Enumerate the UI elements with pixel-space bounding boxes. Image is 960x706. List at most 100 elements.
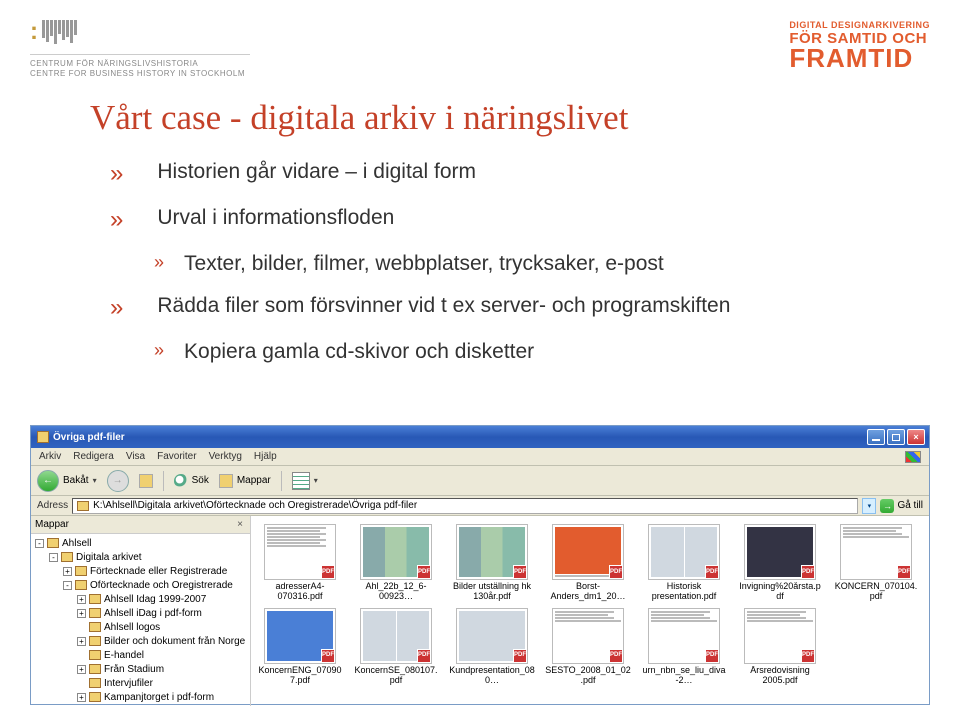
pdf-badge-icon: PDF (705, 649, 719, 663)
menu-item[interactable]: Favoriter (157, 451, 196, 462)
file-item[interactable]: PDFKONCERN_070104.pdf (833, 524, 919, 602)
views-button[interactable]: ▾ (292, 472, 318, 490)
file-item[interactable]: PDF Bilder utställning hk 130år.pdf (449, 524, 535, 602)
tree-label: Från Stadium (104, 664, 164, 675)
file-name: KoncernENG_070907.pdf (257, 666, 343, 686)
back-label: Bakåt (63, 475, 89, 486)
file-name: SESTO_2008_01_02.pdf (545, 666, 631, 686)
bullet-item: »Texter, bilder, filmer, webbplatser, tr… (110, 252, 960, 276)
tree-node[interactable]: + Från Stadium (35, 662, 246, 676)
menu-item[interactable]: Hjälp (254, 451, 277, 462)
file-thumbnail: PDF (360, 524, 432, 580)
go-button[interactable]: → Gå till (880, 499, 923, 513)
expand-icon[interactable]: + (77, 595, 86, 604)
tree-node[interactable]: +Ahlsell iDag i pdf-form (35, 606, 246, 620)
file-name: Kundpresentation_080… (449, 666, 535, 686)
folder-tree-panel: Mappar × -Ahlsell-Digitala arkivet+Förte… (31, 516, 251, 706)
maximize-button[interactable] (887, 429, 905, 445)
menu-bar: Arkiv Redigera Visa Favoriter Verktyg Hjälp (31, 448, 929, 466)
tree-node[interactable]: +Ahlsell Idag 1999-2007 (35, 592, 246, 606)
bullet-text: Kopiera gamla cd-skivor och disketter (184, 340, 534, 364)
file-name: Bilder utställning hk 130år.pdf (449, 582, 535, 602)
tree-node[interactable]: + Kampanjtorget i pdf-form (35, 690, 246, 704)
tree-node[interactable]: +Förtecknade eller Registrerade (35, 564, 246, 578)
tree-label: Kampanjtorget i pdf-form (104, 692, 214, 703)
file-thumbnail: PDF (840, 524, 912, 580)
back-button[interactable]: ← Bakåt ▾ (37, 470, 97, 492)
pdf-badge-icon: PDF (801, 649, 815, 663)
file-item[interactable]: PDFurn_nbn_se_liu_diva-2… (641, 608, 727, 686)
menu-item[interactable]: Redigera (73, 451, 114, 462)
file-name: Ahl_22b_12_6-00923… (353, 582, 439, 602)
bullet-marker-icon: » (110, 206, 123, 234)
bullet-list: »Historien går vidare – i digital form»U… (0, 160, 960, 364)
folder-icon (77, 501, 89, 511)
chevron-down-icon: ▾ (93, 476, 97, 485)
expand-icon[interactable]: + (77, 609, 86, 618)
file-item[interactable]: PDFBorst-Anders_dm1_20… (545, 524, 631, 602)
menu-item[interactable]: Verktyg (209, 451, 242, 462)
up-button[interactable] (139, 474, 153, 488)
tree-node[interactable]: Ahlsell logos (35, 620, 246, 634)
folder-icon (47, 538, 59, 548)
folder-icon (89, 608, 101, 618)
file-thumbnail: PDF (648, 524, 720, 580)
menu-item[interactable]: Arkiv (39, 451, 61, 462)
bullet-text: Rädda filer som försvinner vid t ex serv… (157, 294, 730, 318)
close-button[interactable]: × (907, 429, 925, 445)
tree-node[interactable]: - Ahlsell (35, 536, 246, 550)
file-thumbnail: PDF (456, 608, 528, 664)
bullet-text: Urval i informationsfloden (157, 206, 394, 230)
file-name: Årsredovisning 2005.pdf (737, 666, 823, 686)
back-icon: ← (37, 470, 59, 492)
close-panel-button[interactable]: × (234, 519, 246, 531)
expand-icon[interactable]: + (63, 567, 72, 576)
expand-icon[interactable]: + (77, 665, 86, 674)
pdf-badge-icon: PDF (513, 565, 527, 579)
tree-node[interactable]: -Digitala arkivet (35, 550, 246, 564)
tree-node[interactable]: E-handel (35, 648, 246, 662)
collapse-icon[interactable]: - (63, 581, 72, 590)
file-item[interactable]: PDFInvigning%20årsta.pdf (737, 524, 823, 602)
window-title: Övriga pdf-filer (53, 432, 125, 443)
folder-icon (75, 580, 87, 590)
window-titlebar[interactable]: Övriga pdf-filer × (31, 426, 929, 448)
search-icon (174, 474, 188, 488)
file-item[interactable]: PDFKundpresentation_080… (449, 608, 535, 686)
file-item[interactable]: PDFHistorisk presentation.pdf (641, 524, 727, 602)
tree-node[interactable]: Intervjufiler (35, 676, 246, 690)
bullet-text: Historien går vidare – i digital form (157, 160, 476, 184)
file-pane: PDFadresserA4-070316.pdfPDFAhl_22b_12_6-… (251, 516, 929, 706)
folders-button[interactable]: Mappar (219, 474, 271, 488)
collapse-icon[interactable]: - (35, 539, 44, 548)
pdf-badge-icon: PDF (417, 649, 431, 663)
file-item[interactable]: PDFKoncernSE_080107.pdf (353, 608, 439, 686)
file-thumbnail: PDF (648, 608, 720, 664)
colon-icon: : (30, 26, 38, 38)
forward-button[interactable]: → (107, 470, 129, 492)
folder-icon (89, 678, 101, 688)
address-dropdown-button[interactable]: ▾ (862, 498, 876, 514)
folder-icon (75, 566, 87, 576)
minimize-button[interactable] (867, 429, 885, 445)
tree-label: Bilder och dokument från Norge (104, 636, 245, 647)
file-item[interactable]: PDF Årsredovisning 2005.pdf (737, 608, 823, 686)
bullet-item: »Rädda filer som försvinner vid t ex ser… (110, 294, 960, 322)
expand-icon[interactable]: + (77, 637, 86, 646)
tree-label: Ahlsell (62, 538, 91, 549)
folder-icon (89, 594, 101, 604)
address-input[interactable]: K:\Ahlsell\Digitala arkivet\Oförtecknade… (72, 498, 858, 514)
file-item[interactable]: PDFKoncernENG_070907.pdf (257, 608, 343, 686)
search-button[interactable]: Sök (174, 474, 209, 488)
expand-icon[interactable]: + (77, 693, 86, 702)
tiles-icon (292, 472, 310, 490)
tree-node[interactable]: -Oförtecknade och Oregistrerade (35, 578, 246, 592)
collapse-icon[interactable]: - (49, 553, 58, 562)
file-item[interactable]: PDFadresserA4-070316.pdf (257, 524, 343, 602)
menu-item[interactable]: Visa (126, 451, 145, 462)
folder-icon (89, 650, 101, 660)
file-item[interactable]: PDFAhl_22b_12_6-00923… (353, 524, 439, 602)
folder-icon (61, 552, 73, 562)
file-item[interactable]: PDFSESTO_2008_01_02.pdf (545, 608, 631, 686)
tree-node[interactable]: + Bilder och dokument från Norge (35, 634, 246, 648)
